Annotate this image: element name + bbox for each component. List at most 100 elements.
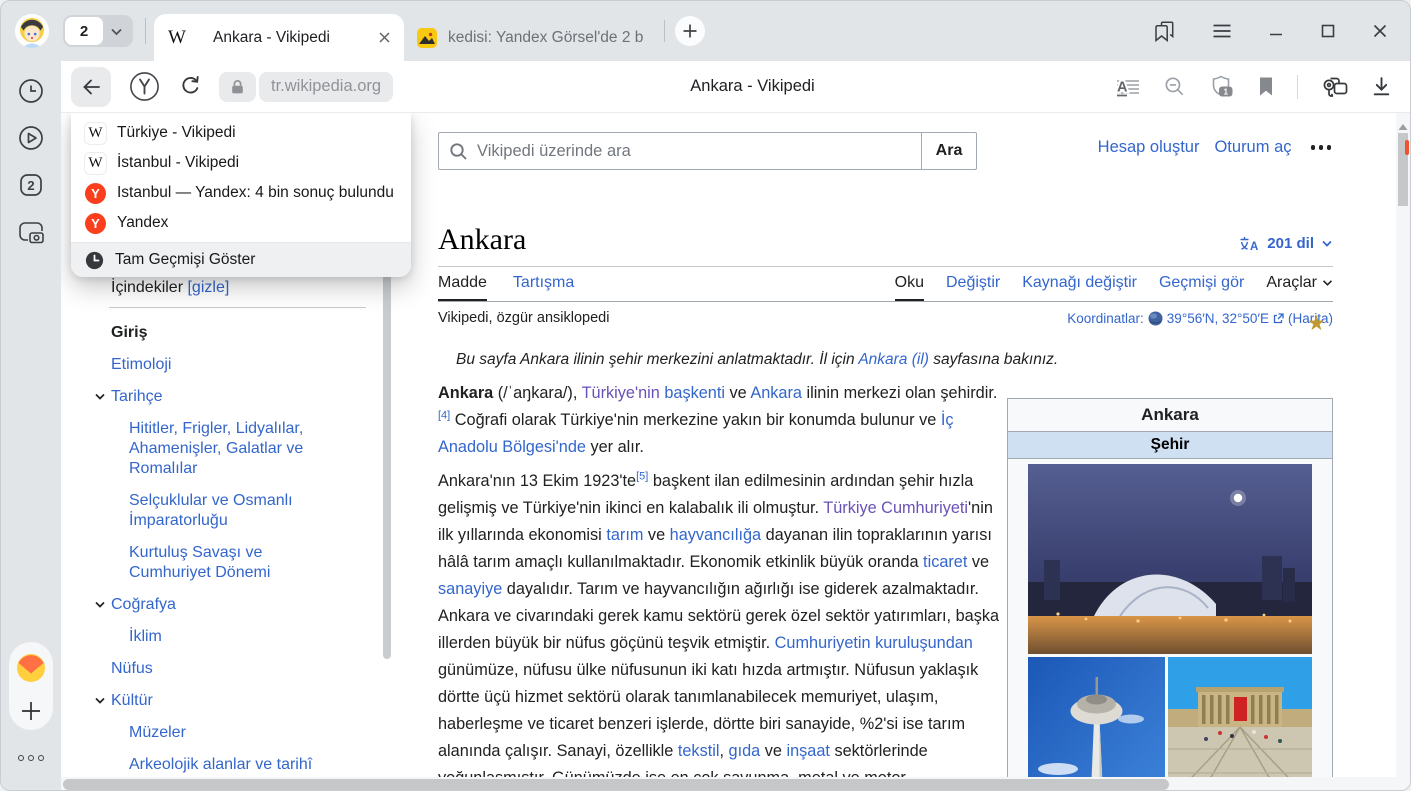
- vertical-scrollbar[interactable]: [1396, 113, 1410, 777]
- toc-item[interactable]: Coğrafya: [111, 595, 361, 615]
- yandex-button[interactable]: [129, 71, 160, 102]
- toc-item[interactable]: Müzeler: [129, 723, 347, 743]
- infobox-image-night-cityscape[interactable]: [1028, 464, 1312, 654]
- close-window-button[interactable]: [1372, 23, 1388, 39]
- view-oku[interactable]: Oku: [895, 267, 924, 301]
- toc-hide-link[interactable]: [gizle]: [187, 279, 229, 296]
- yandex-images-favicon: [417, 28, 437, 48]
- download-icon[interactable]: [1371, 75, 1392, 98]
- view-kaynagi-degistir[interactable]: Kaynağı değiştir: [1022, 267, 1137, 301]
- toc-item[interactable]: Kültür: [111, 691, 361, 711]
- translate-icon: A: [1239, 236, 1260, 252]
- back-button[interactable]: [71, 67, 111, 107]
- yandex-favicon: Y: [85, 183, 106, 204]
- create-account-link[interactable]: Hesap oluştur: [1098, 138, 1200, 157]
- side-panel-icon[interactable]: [1153, 21, 1176, 42]
- tab-tartisma[interactable]: Tartışma: [513, 267, 574, 301]
- show-full-history-item[interactable]: Tam Geçmişi Göster: [71, 242, 411, 277]
- tab-madde[interactable]: Madde: [438, 267, 487, 301]
- protect-shield-icon[interactable]: 1: [1209, 74, 1235, 99]
- close-tab-icon[interactable]: [378, 31, 391, 44]
- wikipedia-favicon: W: [167, 27, 187, 49]
- toc-item[interactable]: Kurtuluş Savaşı ve Cumhuriyet Dönemi: [129, 543, 347, 583]
- history-item-label: Türkiye - Vikipedi: [117, 124, 236, 142]
- chevron-down-icon: [1321, 239, 1333, 248]
- chevron-down-icon[interactable]: [94, 696, 106, 705]
- bookmark-icon[interactable]: [1258, 76, 1274, 97]
- play-media-icon[interactable]: [17, 124, 45, 152]
- personal-tools-icon[interactable]: [1311, 145, 1332, 150]
- reader-mode-icon[interactable]: A: [1116, 76, 1140, 98]
- address-bar[interactable]: tr.wikipedia.org: [259, 72, 393, 102]
- history-item[interactable]: WTürkiye - Vikipedi: [71, 118, 411, 148]
- svg-text:2: 2: [27, 178, 34, 193]
- history-item[interactable]: YIstanbul — Yandex: 4 bin sonuç bulundu: [71, 178, 411, 208]
- infobox-title: Ankara: [1008, 399, 1332, 431]
- infobox-image-anitkabir[interactable]: [1168, 657, 1312, 791]
- tab-group-pill[interactable]: 2: [63, 15, 133, 47]
- navigation-bar: tr.wikipedia.org Ankara - Vikipedi A: [61, 61, 1410, 113]
- coordinates: Koordinatlar: 39°56′N, 32°50′E (Harita): [1067, 310, 1333, 326]
- history-icon[interactable]: [17, 77, 45, 105]
- history-item[interactable]: Wİstanbul - Vikipedi: [71, 148, 411, 178]
- infobox-image-atakule-tower[interactable]: [1028, 657, 1165, 791]
- svg-text:A: A: [1117, 79, 1128, 95]
- zoom-out-icon[interactable]: [1163, 75, 1186, 98]
- chevron-down-icon[interactable]: [94, 392, 106, 401]
- tab-kedisi-yandex-gorsel[interactable]: kedisi: Yandex Görsel'de 2 b: [404, 14, 662, 61]
- minimize-button[interactable]: [1268, 23, 1284, 39]
- coordinates-label-link[interactable]: Koordinatlar:: [1067, 311, 1144, 326]
- toc-item[interactable]: Hititler, Frigler, Lidyalılar, Ahamenişl…: [129, 419, 347, 479]
- login-link[interactable]: Oturum aç: [1214, 138, 1291, 157]
- view-degistir[interactable]: Değiştir: [946, 267, 1000, 301]
- history-item-label: Yandex: [117, 214, 168, 232]
- scrollbar-highlight-marker: [1405, 140, 1409, 155]
- browser-sidebar: 2: [1, 61, 61, 791]
- tab-separator: [145, 18, 146, 44]
- paragraph-2: Ankara'nın 13 Ekim 1923'te[5] başkent il…: [438, 468, 1003, 791]
- history-item[interactable]: Y Yandex: [71, 208, 411, 238]
- avatar-girl-illustration: [15, 14, 49, 48]
- view-gecmisi-gor[interactable]: Geçmişi gör: [1159, 267, 1244, 301]
- site-tagline: Vikipedi, özgür ansiklopedi: [438, 310, 609, 326]
- globe-icon: [1148, 311, 1163, 326]
- tab-ankara-vikipedi[interactable]: W Ankara - Vikipedi: [154, 14, 404, 61]
- maximize-button[interactable]: [1320, 23, 1336, 39]
- toc-item[interactable]: Nüfus: [111, 659, 361, 679]
- language-selector[interactable]: A 201 dil: [1239, 235, 1333, 252]
- new-tab-button[interactable]: [675, 16, 705, 46]
- tabs-panel-icon[interactable]: 2: [17, 171, 45, 199]
- menu-icon[interactable]: [1212, 23, 1232, 39]
- horizontal-scrollbar-thumb[interactable]: [63, 779, 1169, 790]
- profile-avatar[interactable]: [15, 14, 49, 48]
- toc-item[interactable]: İklim: [129, 627, 347, 647]
- toc-header: İçindekiler [gizle]: [111, 279, 383, 297]
- infobox: Ankara Şehir: [1007, 398, 1333, 791]
- paragraph-1: Ankara (/ˈaŋkara/), Türkiye'nin başkenti…: [438, 380, 1003, 461]
- screenshot-icon[interactable]: [16, 218, 46, 246]
- yandex-favicon: Y: [85, 213, 106, 234]
- toc-item[interactable]: Tarihçe: [111, 387, 361, 407]
- search-input[interactable]: [438, 132, 922, 170]
- toc-item[interactable]: Etimoloji: [111, 355, 361, 375]
- chevron-down-icon: [1322, 279, 1333, 287]
- chevron-down-icon[interactable]: [94, 600, 106, 609]
- toc-item[interactable]: Selçuklular ve Osmanlı İmparatorluğu: [129, 491, 347, 531]
- chevron-down-icon[interactable]: [110, 27, 123, 36]
- navbar-actions: A 1: [1116, 74, 1392, 99]
- tools-menu[interactable]: Araçlar: [1266, 267, 1333, 301]
- history-dropdown-menu: WTürkiye - VikipediWİstanbul - VikipediY…: [71, 113, 411, 277]
- site-security-badge[interactable]: [219, 72, 256, 102]
- horizontal-scrollbar[interactable]: [61, 777, 1396, 791]
- svg-text:1: 1: [1224, 87, 1229, 96]
- coordinates-value-link[interactable]: 39°56′N, 32°50′E: [1167, 311, 1269, 326]
- reload-icon[interactable]: [178, 74, 203, 99]
- passwords-key-icon[interactable]: [1321, 75, 1348, 99]
- search-button[interactable]: Ara: [921, 132, 977, 170]
- toc-item[interactable]: Giriş: [111, 323, 361, 343]
- add-service-icon[interactable]: [20, 700, 42, 727]
- browser-window: 2 W Ankara - Vikipedi kedisi: Yandex Gör…: [0, 0, 1411, 791]
- yandex-mail-icon[interactable]: [16, 653, 46, 688]
- sidebar-more-icon[interactable]: [1, 755, 61, 761]
- lock-icon: [230, 79, 245, 95]
